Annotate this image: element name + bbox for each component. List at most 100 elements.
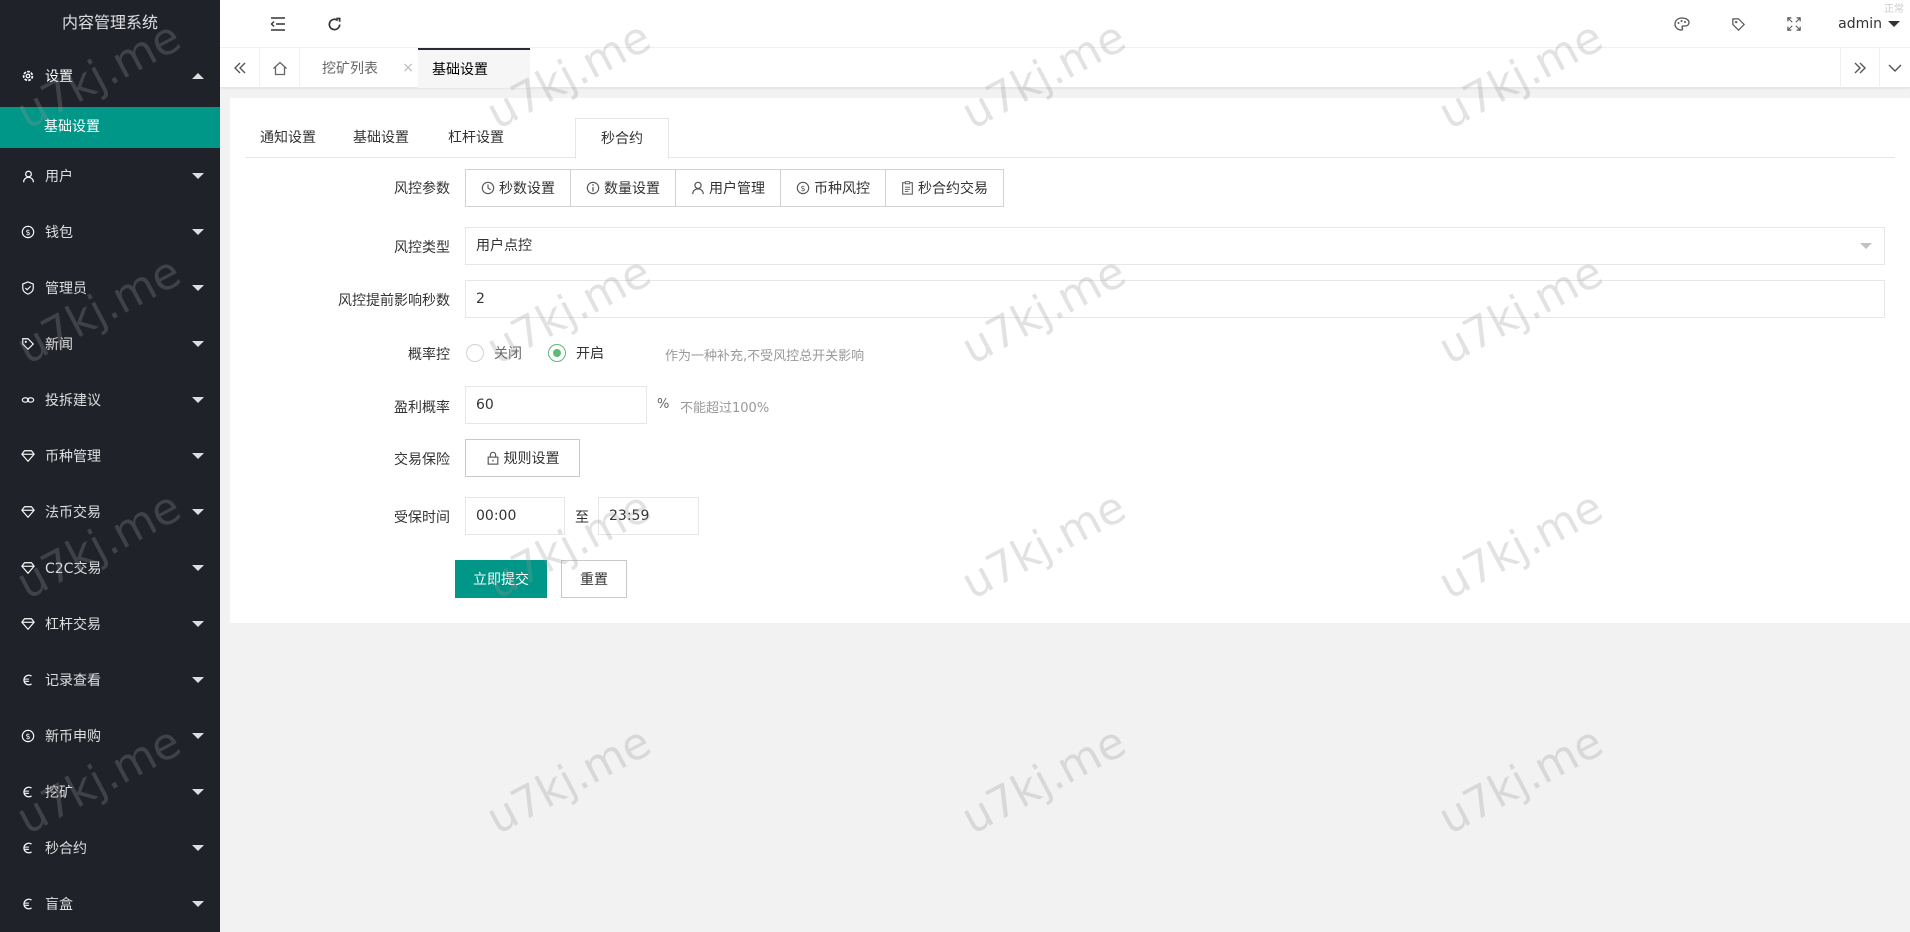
sidebar-item-admin[interactable]: 管理员 [0, 260, 220, 316]
seconds-settings-button[interactable]: 秒数设置 [466, 170, 571, 206]
chevron-down-icon [192, 397, 204, 403]
user-management-button[interactable]: 用户管理 [676, 170, 781, 206]
diamond-icon [20, 560, 36, 576]
tab-basic-settings[interactable]: 基础设置 [418, 48, 530, 88]
button-label: 秒合约交易 [918, 181, 988, 197]
sidebar-item-label: 挖矿 [45, 785, 73, 801]
chevron-down-icon [192, 173, 204, 179]
svg-text:$: $ [25, 732, 30, 741]
fullscreen-icon[interactable] [1774, 0, 1814, 48]
reset-button[interactable]: 重置 [561, 560, 627, 598]
rule-settings-button[interactable]: 规则设置 [465, 439, 580, 477]
sidebar-item-label: 管理员 [45, 281, 87, 297]
sidebar-item-blind-box[interactable]: 盲盒 [0, 876, 220, 932]
watermark: u7kj.me [478, 716, 660, 845]
diamond-icon [20, 448, 36, 464]
sidebar-subitem-basic-settings[interactable]: 基础设置 [0, 107, 220, 148]
sidebar-item-mining[interactable]: 挖矿 [0, 764, 220, 820]
button-label: 币种风控 [814, 181, 870, 197]
sidebar-item-label: 秒合约 [45, 841, 87, 857]
shield-icon [20, 280, 36, 296]
watermark: u7kj.me [1430, 716, 1612, 845]
dollar-icon: $ [20, 224, 36, 240]
theme-palette-icon[interactable] [1662, 0, 1702, 48]
risk-params-label: 风控参数 [394, 181, 450, 197]
advance-seconds-label: 风控提前影响秒数 [338, 293, 450, 309]
sidebar-item-feedback[interactable]: 投拆建议 [0, 372, 220, 428]
page-tab-bar: 挖矿列表 × 基础设置 [220, 48, 1910, 88]
tab-label: 基础设置 [432, 62, 488, 78]
quantity-settings-button[interactable]: 数量设置 [571, 170, 676, 206]
chevron-up-icon [192, 73, 204, 79]
collapse-menu-icon[interactable] [258, 0, 298, 48]
diamond-icon [20, 616, 36, 632]
sidebar-item-label: 杠杆交易 [45, 617, 101, 633]
chevron-down-icon [192, 901, 204, 907]
app-logo-title: 内容管理系统 [61, 13, 158, 32]
close-icon[interactable]: × [402, 60, 414, 76]
tab-mining-list[interactable]: 挖矿列表 × [300, 48, 424, 88]
sidebar-item-label: 用户 [45, 169, 73, 185]
document-icon [902, 181, 913, 195]
time-separator: 至 [575, 510, 589, 526]
sidebar-item-settings[interactable]: 设置 [0, 45, 220, 107]
tab-second-contract[interactable]: 秒合约 [575, 118, 669, 159]
sidebar-item-records[interactable]: 记录查看 [0, 652, 220, 708]
tabs-scroll-left-icon[interactable] [220, 48, 260, 88]
sidebar-item-label: 盲盒 [45, 897, 73, 913]
sidebar-item-wallet[interactable]: $ 钱包 [0, 204, 220, 260]
risk-params-buttons: 秒数设置 数量设置 用户管理 $ 币种风控 秒合约交易 [465, 169, 1004, 207]
second-contract-trade-button[interactable]: 秒合约交易 [886, 170, 1003, 206]
home-icon[interactable] [260, 48, 300, 88]
chevron-down-icon [192, 509, 204, 515]
chevron-down-icon [192, 229, 204, 235]
button-label: 数量设置 [604, 181, 660, 197]
sidebar-item-fiat[interactable]: 法币交易 [0, 484, 220, 540]
sidebar-item-new-coin[interactable]: $ 新币申购 [0, 708, 220, 764]
tag-icon[interactable] [1718, 0, 1758, 48]
sidebar: 内容管理系统 设置 基础设置 用户 $ 钱包 管理员 新闻 投拆建议 币种管理 [0, 0, 220, 932]
sidebar-item-c2c[interactable]: C2C交易 [0, 540, 220, 596]
username: admin [1838, 16, 1882, 32]
gear-icon [20, 68, 36, 84]
sidebar-item-news[interactable]: 新闻 [0, 316, 220, 372]
radio-circle [466, 344, 484, 362]
probability-on-radio[interactable]: 开启 [548, 343, 604, 363]
probability-hint: 作为一种补充,不受风控总开关影响 [665, 349, 865, 364]
chevron-down-icon [192, 789, 204, 795]
time-end-input[interactable]: 23:59 [598, 497, 699, 535]
risk-type-select[interactable]: 用户点控 [465, 227, 1885, 265]
chevron-down-icon [1860, 243, 1872, 249]
euro-icon [20, 784, 36, 800]
probability-off-radio[interactable]: 关闭 [466, 343, 522, 363]
tabs-scroll-right-icon[interactable] [1840, 48, 1880, 88]
chevron-down-icon[interactable] [1880, 48, 1910, 88]
tab-notice-settings[interactable]: 通知设置 [245, 118, 331, 159]
euro-icon [20, 896, 36, 912]
sidebar-item-label: 法币交易 [45, 505, 101, 521]
radio-label: 开启 [576, 346, 604, 362]
settings-tabs: 通知设置 基础设置 杠杆设置 秒合约 [245, 118, 1895, 159]
watermark: u7kj.me [953, 716, 1135, 845]
chevron-down-icon [192, 341, 204, 347]
currency-risk-button[interactable]: $ 币种风控 [781, 170, 886, 206]
sidebar-item-user[interactable]: 用户 [0, 148, 220, 204]
sidebar-item-label: 新币申购 [45, 729, 101, 745]
advance-seconds-input[interactable]: 2 [465, 280, 1885, 318]
chevron-down-icon [192, 621, 204, 627]
tab-leverage-settings[interactable]: 杠杆设置 [433, 118, 519, 159]
time-start-input[interactable]: 00:00 [465, 497, 565, 535]
sidebar-item-currency[interactable]: 币种管理 [0, 428, 220, 484]
user-icon [692, 181, 704, 195]
sidebar-item-leverage[interactable]: 杠杆交易 [0, 596, 220, 652]
submit-button[interactable]: 立即提交 [455, 560, 547, 598]
radio-circle-checked [548, 344, 566, 362]
profit-probability-input[interactable]: 60 [465, 386, 647, 424]
chevron-down-icon [192, 565, 204, 571]
refresh-icon[interactable] [314, 0, 354, 48]
tag-icon [20, 336, 36, 352]
tab-basic-settings[interactable]: 基础设置 [338, 118, 424, 159]
chevron-down-icon [192, 733, 204, 739]
diamond-icon [20, 504, 36, 520]
sidebar-item-second-contract[interactable]: 秒合约 [0, 820, 220, 876]
